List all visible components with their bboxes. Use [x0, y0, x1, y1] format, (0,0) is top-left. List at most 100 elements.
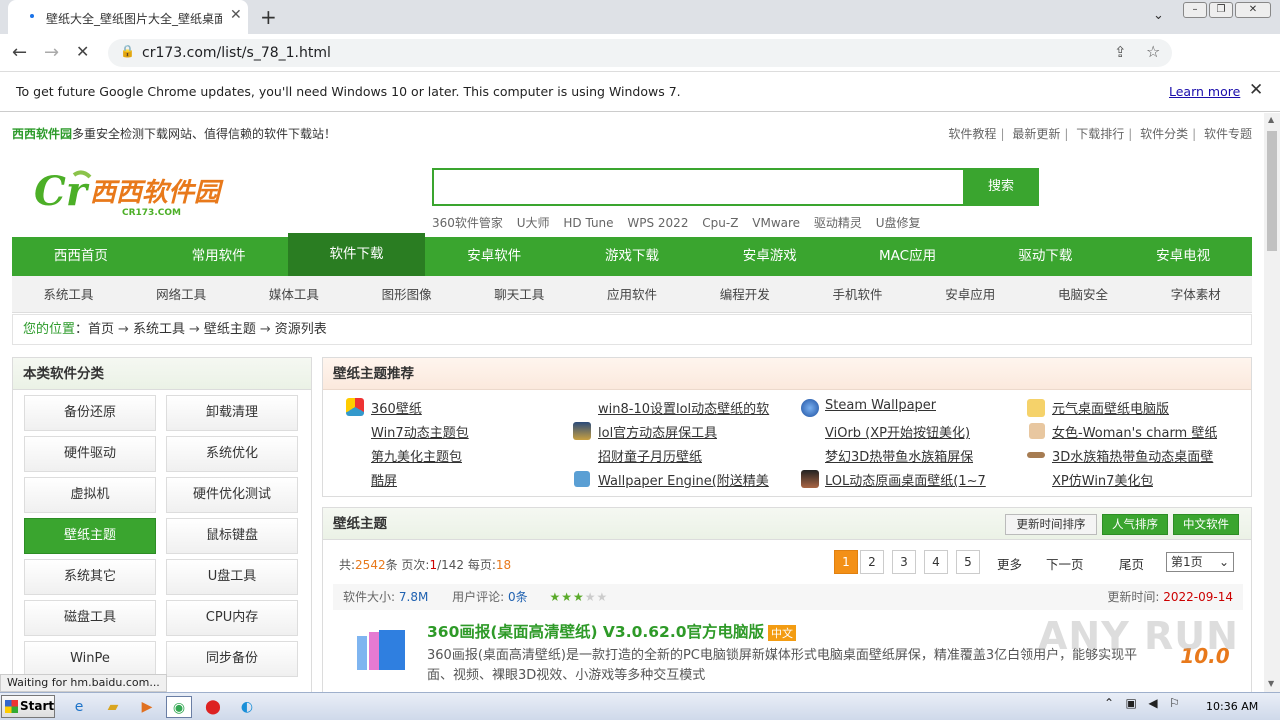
top-link[interactable]: 软件教程	[948, 127, 996, 141]
category-button[interactable]: 虚拟机	[24, 477, 156, 513]
page-select[interactable]: 第1页 ⌄	[1166, 552, 1234, 572]
nav-item[interactable]: 常用软件	[150, 237, 288, 276]
network-icon[interactable]: ▣	[1126, 696, 1137, 710]
category-button[interactable]: 硬件驱动	[24, 436, 156, 472]
minimize-icon[interactable]: –	[1183, 2, 1207, 18]
chrome-icon[interactable]: ◉	[166, 696, 192, 718]
rec-link[interactable]: ViOrb (XP开始按钮美化)	[825, 422, 970, 441]
category-button[interactable]: 系统优化	[166, 436, 298, 472]
page-button[interactable]: 4	[924, 550, 948, 574]
edge-icon[interactable]: ◐	[234, 696, 260, 718]
page-button[interactable]: 5	[956, 550, 980, 574]
item-comments[interactable]: 0条	[508, 590, 528, 604]
hot-word[interactable]: U大师	[517, 216, 550, 230]
category-button[interactable]: U盘工具	[166, 559, 298, 595]
learn-more-link[interactable]: Learn more	[1169, 84, 1240, 99]
more-pages-link[interactable]: 更多	[997, 554, 1022, 573]
rec-link[interactable]: Win7动态主题包	[371, 422, 469, 441]
share-icon[interactable]: ⇪	[1114, 43, 1127, 61]
rec-link[interactable]: 酷屏	[371, 470, 397, 489]
scroll-thumb[interactable]	[1267, 131, 1277, 251]
hot-word[interactable]: 驱动精灵	[814, 216, 862, 230]
nav-item[interactable]: 驱动下载	[976, 237, 1114, 276]
rec-link[interactable]: win8-10设置lol动态壁纸的软	[598, 398, 776, 417]
rec-link[interactable]: lol官方动态屏保工具	[598, 422, 717, 441]
ie-icon[interactable]: e	[66, 696, 92, 718]
nav-item[interactable]: MAC应用	[839, 237, 977, 276]
category-button[interactable]: 系统其它	[24, 559, 156, 595]
hot-word[interactable]: Cpu-Z	[702, 216, 738, 230]
top-link[interactable]: 软件分类	[1140, 127, 1188, 141]
subnav-item[interactable]: 手机软件	[801, 276, 914, 312]
new-tab-icon[interactable]: +	[260, 5, 277, 29]
next-page-link[interactable]: 下一页	[1046, 554, 1084, 573]
scroll-down-icon[interactable]: ▼	[1268, 679, 1274, 688]
start-button[interactable]: Start	[1, 695, 55, 718]
breadcrumb-item[interactable]: 壁纸主题	[204, 322, 256, 337]
category-button[interactable]: 同步备份	[166, 641, 298, 677]
breadcrumb-item[interactable]: 系统工具	[133, 322, 185, 337]
clock[interactable]: 10:36 AM	[1206, 700, 1258, 713]
rec-link[interactable]: 女色-Woman's charm 壁纸	[1052, 422, 1217, 441]
rec-link[interactable]: 3D水族箱热带鱼动态桌面壁	[1052, 446, 1232, 465]
rec-link[interactable]: 梦幻3D热带鱼水族箱屏保	[825, 446, 973, 465]
rec-link[interactable]: XP仿Win7美化包	[1052, 470, 1153, 489]
subnav-item[interactable]: 网络工具	[125, 276, 238, 312]
media-player-icon[interactable]: ▶	[134, 696, 160, 718]
subnav-item[interactable]: 应用软件	[576, 276, 689, 312]
rec-link[interactable]: 360壁纸	[371, 398, 422, 417]
rec-link[interactable]: 招财童子月历壁纸	[598, 446, 702, 465]
top-link[interactable]: 软件专题	[1204, 127, 1252, 141]
nav-item[interactable]: 西西首页	[12, 237, 150, 276]
stop-icon[interactable]: ✕	[76, 42, 89, 61]
rec-link[interactable]: LOL动态原画桌面壁纸(1~7	[825, 470, 1003, 489]
lock-icon[interactable]: 🔒	[120, 44, 135, 58]
hot-word[interactable]: 360软件管家	[432, 216, 503, 230]
explorer-folder-icon[interactable]: ▰	[100, 696, 126, 718]
item-title[interactable]: 360画报(桌面高清壁纸) V3.0.62.0官方电脑版 中文	[427, 620, 797, 642]
subnav-item[interactable]: 聊天工具	[463, 276, 576, 312]
category-button-active[interactable]: 壁纸主题	[24, 518, 156, 554]
subnav-item[interactable]: 编程开发	[688, 276, 801, 312]
hot-word[interactable]: VMware	[752, 216, 800, 230]
bookmark-star-icon[interactable]: ☆	[1146, 42, 1160, 61]
address-bar[interactable]: 🔒 cr173.com/list/s_78_1.html ⇪ ☆	[108, 39, 1172, 67]
category-button[interactable]: 磁盘工具	[24, 600, 156, 636]
site-logo[interactable]: Cr 西西软件园 CR173.COM	[34, 169, 244, 219]
chinese-software-button[interactable]: 中文软件	[1173, 514, 1239, 535]
subnav-item[interactable]: 图形图像	[350, 276, 463, 312]
page-scrollbar[interactable]: ▲ ▼	[1264, 113, 1280, 692]
category-button[interactable]: 硬件优化测试	[166, 477, 298, 513]
nav-item[interactable]: 游戏下载	[563, 237, 701, 276]
url-text[interactable]: cr173.com/list/s_78_1.html	[142, 45, 331, 61]
hot-word[interactable]: WPS 2022	[627, 216, 688, 230]
subnav-item[interactable]: 字体素材	[1139, 276, 1252, 312]
top-link[interactable]: 最新更新	[1012, 127, 1060, 141]
tray-arrow-icon[interactable]: ⌃	[1104, 696, 1114, 710]
category-button[interactable]: 鼠标键盘	[166, 518, 298, 554]
hot-word[interactable]: U盘修复	[876, 216, 921, 230]
last-page-link[interactable]: 尾页	[1119, 554, 1144, 573]
subnav-item[interactable]: 系统工具	[12, 276, 125, 312]
rec-link[interactable]: Wallpaper Engine(附送精美	[598, 470, 776, 489]
site-brand[interactable]: 西西软件园	[12, 127, 72, 141]
restore-icon[interactable]: ❐	[1209, 2, 1233, 18]
top-link[interactable]: 下载排行	[1076, 127, 1124, 141]
category-button[interactable]: CPU内存	[166, 600, 298, 636]
nav-item[interactable]: 安卓游戏	[701, 237, 839, 276]
infobar-close-icon[interactable]: ✕	[1249, 80, 1263, 100]
back-icon[interactable]: ←	[12, 42, 27, 63]
breadcrumb-item[interactable]: 首页	[88, 322, 114, 337]
page-button-active[interactable]: 1	[834, 550, 858, 574]
browser-tab[interactable]: 壁纸大全_壁纸图片大全_壁纸桌面下载 ✕	[8, 0, 248, 34]
search-input[interactable]	[434, 170, 962, 204]
sort-by-update-button[interactable]: 更新时间排序	[1005, 514, 1097, 535]
page-button[interactable]: 3	[892, 550, 916, 574]
app-360-huabao-icon[interactable]	[353, 624, 409, 680]
window-close-icon[interactable]: ✕	[1235, 2, 1271, 18]
rec-link[interactable]: 元气桌面壁纸电脑版	[1052, 398, 1169, 417]
volume-icon[interactable]: ◀	[1148, 696, 1157, 710]
flag-icon[interactable]: ⚐	[1169, 696, 1180, 710]
scroll-up-icon[interactable]: ▲	[1268, 115, 1274, 124]
category-button[interactable]: 卸载清理	[166, 395, 298, 431]
